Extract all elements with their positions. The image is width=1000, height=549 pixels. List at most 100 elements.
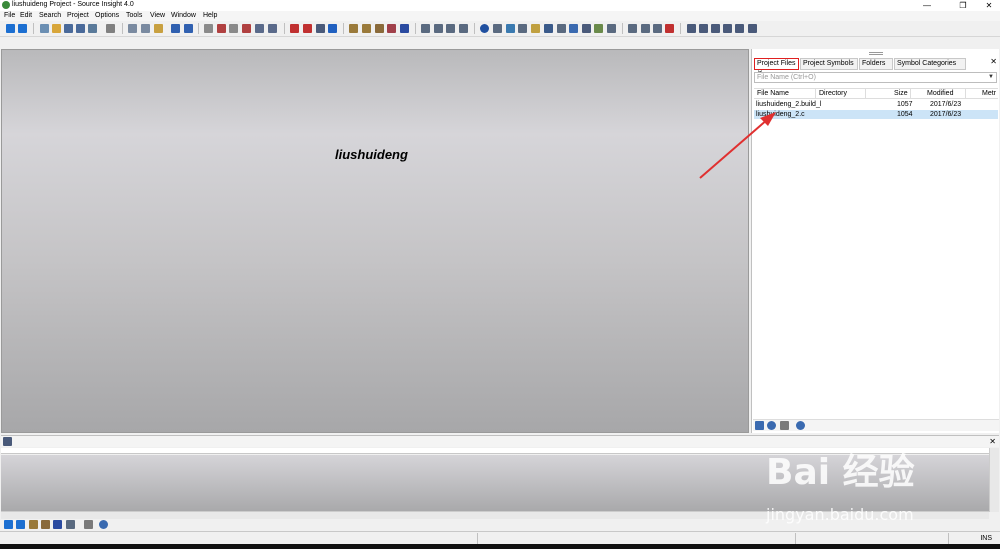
settings-gear-icon[interactable] — [99, 520, 108, 529]
undo-icon[interactable] — [171, 24, 180, 33]
back-icon[interactable] — [6, 24, 15, 33]
sync-files-icon[interactable] — [767, 421, 776, 430]
tree-icon[interactable] — [594, 24, 603, 33]
project-panel: ✕ Project Files ✕ Project Symbols Folder… — [751, 49, 999, 433]
search-files-icon[interactable] — [204, 24, 213, 33]
chevron-down-icon[interactable]: ▼ — [988, 73, 994, 82]
relation-icon[interactable] — [400, 24, 409, 33]
highlight-icon[interactable] — [290, 24, 299, 33]
menu-view[interactable]: View — [150, 12, 165, 19]
bird-icon[interactable] — [582, 24, 591, 33]
symbol-window-icon[interactable] — [387, 24, 396, 33]
context-icon[interactable] — [480, 24, 489, 33]
add-file-icon[interactable] — [755, 421, 764, 430]
relation-icon[interactable] — [53, 520, 62, 529]
cascade-icon[interactable] — [459, 24, 468, 33]
paste-icon[interactable] — [154, 24, 163, 33]
print-icon[interactable] — [106, 24, 115, 33]
editor-title: liushuideng — [335, 147, 408, 162]
redo-icon[interactable] — [184, 24, 193, 33]
marker-icon[interactable] — [303, 24, 312, 33]
menu-options[interactable]: Options — [95, 12, 119, 19]
delete-icon[interactable] — [665, 24, 674, 33]
tile-icon[interactable] — [446, 24, 455, 33]
browse-icon[interactable] — [41, 520, 50, 529]
comment-icon[interactable] — [653, 24, 662, 33]
minimize-button[interactable]: — — [916, 0, 938, 11]
lock-icon[interactable] — [29, 520, 38, 529]
copy-icon[interactable] — [141, 24, 150, 33]
view-3-icon[interactable] — [711, 24, 720, 33]
window-list-icon[interactable] — [557, 24, 566, 33]
save-all-icon[interactable] — [76, 24, 85, 33]
indent-right-icon[interactable] — [641, 24, 650, 33]
project-open-icon[interactable] — [349, 24, 358, 33]
file-info-icon[interactable] — [780, 421, 789, 430]
jump-icon[interactable] — [255, 24, 264, 33]
insert-mode-indicator: INS — [980, 535, 992, 542]
layout-icon[interactable] — [421, 24, 430, 33]
panel-drag-handle[interactable] — [869, 52, 883, 55]
tab-project-symbols[interactable]: Project Symbols — [800, 58, 858, 70]
open-folder-icon[interactable] — [52, 24, 61, 33]
column-file-name[interactable]: File Name — [757, 90, 789, 97]
maximize-button[interactable]: ❐ — [952, 0, 974, 11]
jump-icon[interactable] — [66, 520, 75, 529]
column-metrics[interactable]: Metr — [982, 90, 996, 97]
indent-left-icon[interactable] — [628, 24, 637, 33]
relation-window-icon[interactable] — [506, 24, 515, 33]
menu-help[interactable]: Help — [203, 12, 217, 19]
refresh-icon[interactable] — [569, 24, 578, 33]
menu-file[interactable]: File — [4, 12, 15, 19]
save-icon[interactable] — [64, 24, 73, 33]
split-window-icon[interactable] — [434, 24, 443, 33]
view-4-icon[interactable] — [723, 24, 732, 33]
print-icon[interactable] — [84, 520, 93, 529]
browse-icon[interactable] — [375, 24, 384, 33]
pin-icon[interactable] — [3, 437, 12, 446]
sync-icon[interactable] — [328, 24, 337, 33]
file-list-icon[interactable] — [518, 24, 527, 33]
back-icon[interactable] — [4, 520, 13, 529]
grid-icon[interactable] — [607, 24, 616, 33]
column-modified[interactable]: Modified — [927, 90, 953, 97]
menu-tools[interactable]: Tools — [126, 12, 142, 19]
clip-icon[interactable] — [531, 24, 540, 33]
replace-icon[interactable] — [229, 24, 238, 33]
project-window-icon[interactable] — [362, 24, 371, 33]
file-modified: 2017/6/23 — [930, 101, 962, 108]
menu-edit[interactable]: Edit — [20, 12, 32, 19]
bookmark-icon[interactable] — [242, 24, 251, 33]
close-button[interactable]: ✕ — [978, 0, 1000, 11]
symbol-list-icon[interactable] — [493, 24, 502, 33]
editor-area[interactable]: liushuideng — [1, 49, 749, 433]
settings-gear-icon[interactable] — [796, 421, 805, 430]
forward-icon[interactable] — [16, 520, 25, 529]
close-file-icon[interactable] — [88, 24, 97, 33]
goto-icon[interactable] — [316, 24, 325, 33]
title-bar: liushuideng Project - Source Insight 4.0… — [0, 0, 1000, 11]
view-6-icon[interactable] — [748, 24, 757, 33]
file-search-input[interactable]: File Name (Ctrl+O) ▼ — [754, 72, 997, 83]
menu-project[interactable]: Project — [67, 12, 89, 19]
cut-icon[interactable] — [128, 24, 137, 33]
menu-search[interactable]: Search — [39, 12, 61, 19]
forward-icon[interactable] — [18, 24, 27, 33]
column-size[interactable]: Size — [894, 90, 908, 97]
menu-window[interactable]: Window — [171, 12, 196, 19]
tab-folders[interactable]: Folders — [859, 58, 893, 70]
file-list-header: File Name Directory Size Modified Metr — [754, 88, 998, 99]
tab-symbol-categories[interactable]: Symbol Categories — [894, 58, 966, 70]
file-size: 1054 — [897, 111, 913, 118]
view-5-icon[interactable] — [735, 24, 744, 33]
lookup-references-icon[interactable] — [217, 24, 226, 33]
file-row[interactable]: liushuideng_2.build_l 1057 2017/6/23 — [754, 100, 998, 109]
column-directory[interactable]: Directory — [819, 90, 847, 97]
tab-project-files[interactable]: Project Files ✕ — [754, 58, 799, 77]
view-2-icon[interactable] — [699, 24, 708, 33]
overview-icon[interactable] — [544, 24, 553, 33]
new-file-icon[interactable] — [40, 24, 49, 33]
file-row[interactable]: liushuideng_2.c 1054 2017/6/23 — [754, 110, 998, 119]
selection-icon[interactable] — [268, 24, 277, 33]
view-1-icon[interactable] — [687, 24, 696, 33]
